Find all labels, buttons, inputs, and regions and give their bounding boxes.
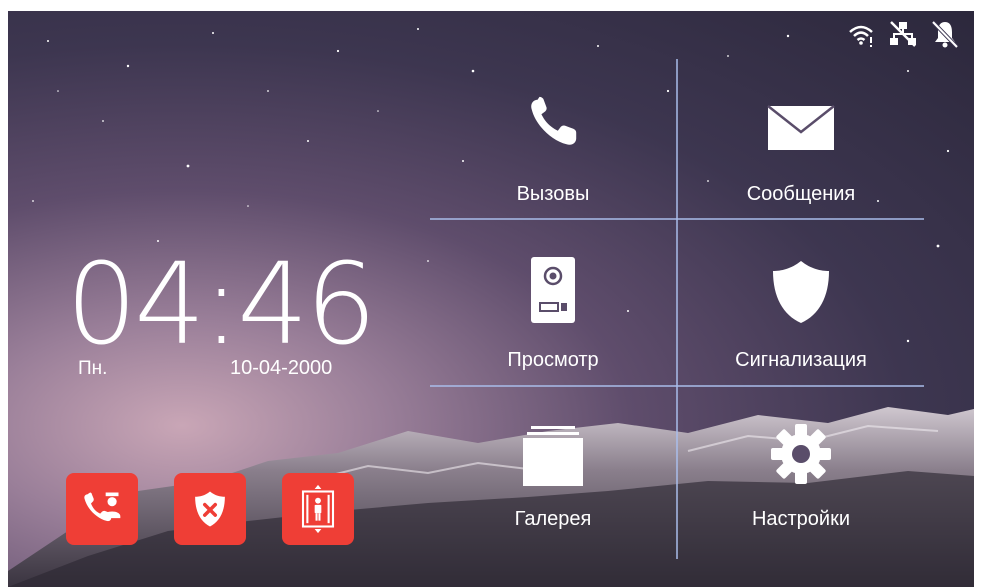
call-guard-icon: [84, 492, 121, 522]
disarm-button[interactable]: [174, 473, 246, 545]
door-station-icon: [531, 257, 575, 323]
envelope-icon: [767, 105, 835, 150]
day-of-week: Пн.: [78, 358, 108, 379]
elevator-button[interactable]: [282, 473, 354, 545]
tile-calls-label: Вызовы: [516, 183, 590, 205]
bell-muted-icon: [931, 20, 959, 49]
shield-icon: [773, 261, 829, 323]
network-icon: [890, 21, 916, 47]
call-guard-button[interactable]: [66, 473, 138, 545]
tile-messages[interactable]: Сообщения: [678, 52, 924, 218]
phone-icon: [531, 96, 577, 145]
gear-icon: [771, 424, 831, 484]
gallery-stack-icon: [523, 426, 583, 486]
home-screen: 04:46 Пн. 10-04-2000 Вызовы Сообщения Пр…: [8, 11, 974, 587]
tile-monitor-label: Просмотр: [507, 349, 599, 371]
date-display: 10-04-2000: [230, 357, 333, 379]
tile-gallery-label: Галерея: [514, 508, 592, 530]
disarm-shield-icon: [195, 491, 225, 527]
tile-gallery[interactable]: Галерея: [430, 386, 676, 552]
status-bar: [846, 19, 960, 49]
tile-monitor[interactable]: Просмотр: [430, 219, 676, 385]
elevator-icon: [301, 484, 335, 534]
tile-alarm-label: Сигнализация: [735, 349, 867, 371]
tile-alarm[interactable]: Сигнализация: [678, 219, 924, 385]
tile-messages-label: Сообщения: [746, 183, 856, 205]
wifi-icon: [849, 25, 873, 47]
tile-settings-label: Настройки: [751, 508, 851, 530]
tile-calls[interactable]: Вызовы: [430, 52, 676, 218]
clock-time: 04:46: [66, 240, 377, 370]
tile-settings[interactable]: Настройки: [678, 386, 924, 552]
